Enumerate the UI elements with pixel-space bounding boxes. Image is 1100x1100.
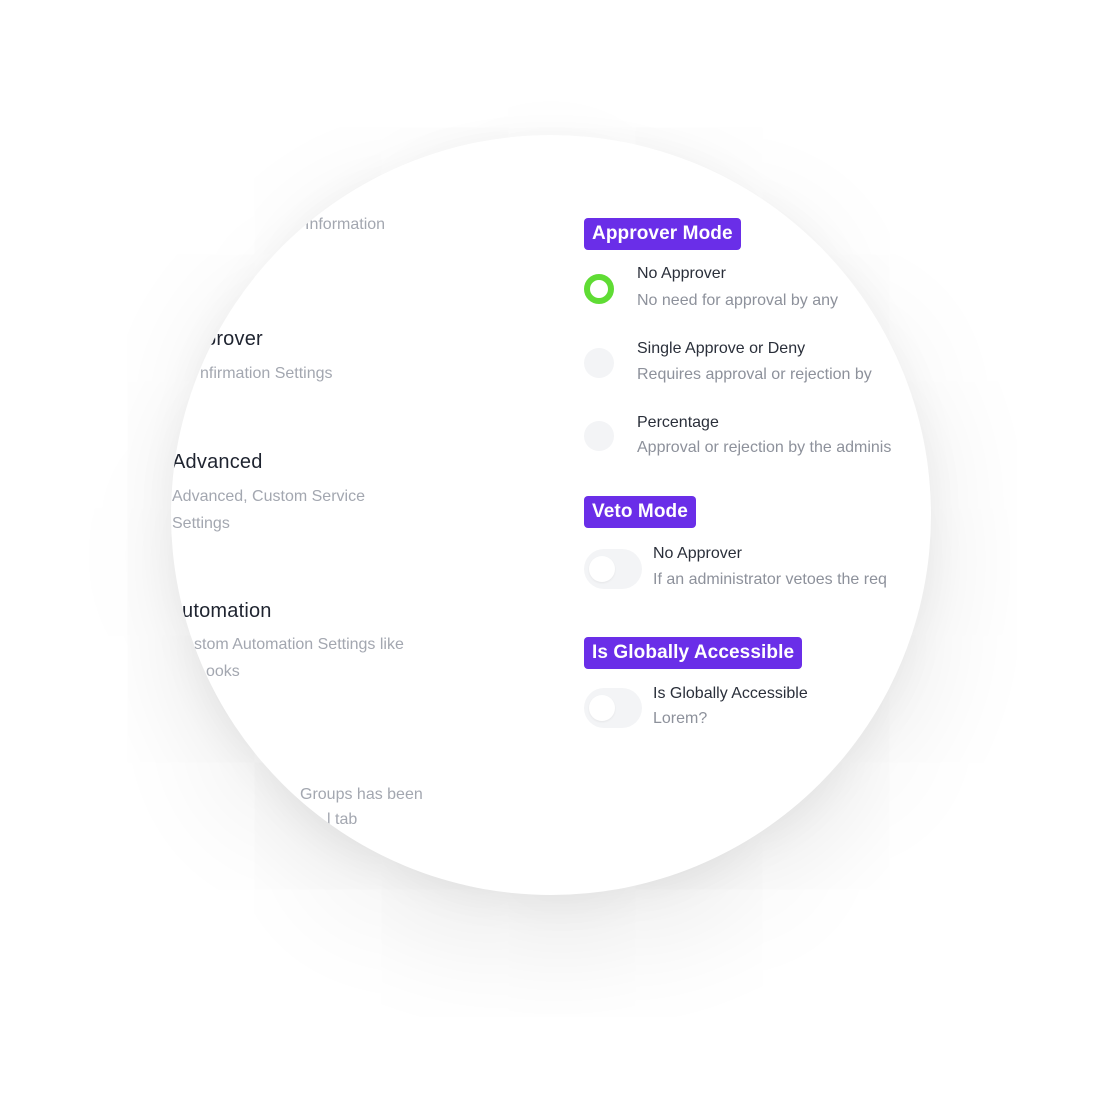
option-percentage-desc: Approval or rejection by the adminis bbox=[637, 439, 892, 456]
global-access-toggle[interactable] bbox=[584, 688, 642, 728]
approver-mode-heading: Approver Mode bbox=[584, 218, 741, 250]
stage: Information prover nfirmation Settings A… bbox=[0, 0, 1100, 1100]
radio-no-approver[interactable] bbox=[584, 274, 614, 304]
menu-item-automation-desc-line2: ooks bbox=[206, 663, 240, 680]
menu-item-advanced-desc-line1: Advanced, Custom Service bbox=[172, 488, 365, 505]
option-single-approve-desc: Requires approval or rejection by bbox=[637, 366, 872, 383]
menu-item-approver-desc: nfirmation Settings bbox=[200, 365, 333, 382]
toggle-knob bbox=[589, 695, 615, 721]
veto-mode-heading: Veto Mode bbox=[584, 496, 696, 528]
veto-option-desc: If an administrator vetoes the req bbox=[653, 571, 887, 588]
veto-option-label: No Approver bbox=[653, 545, 742, 562]
option-no-approver-desc: No need for approval by any bbox=[637, 292, 839, 309]
global-access-heading: Is Globally Accessible bbox=[584, 637, 803, 669]
radio-percentage[interactable] bbox=[584, 421, 614, 451]
menu-item-groups-desc-line1: Groups has been bbox=[300, 786, 423, 803]
menu-item-approver-title[interactable]: prover bbox=[205, 328, 263, 351]
menu-item-advanced-title[interactable]: Advanced bbox=[172, 451, 263, 474]
menu-item-info-desc: Information bbox=[305, 216, 386, 233]
toggle-knob bbox=[589, 556, 615, 582]
settings-panel: Information prover nfirmation Settings A… bbox=[171, 135, 931, 895]
global-access-desc: Lorem? bbox=[653, 710, 708, 727]
option-percentage-label: Percentage bbox=[637, 414, 719, 431]
option-single-approve-label: Single Approve or Deny bbox=[637, 340, 806, 357]
veto-mode-toggle[interactable] bbox=[584, 549, 642, 589]
magnifier-lens: Information prover nfirmation Settings A… bbox=[171, 135, 931, 895]
radio-single-approve[interactable] bbox=[584, 348, 614, 378]
menu-item-automation-desc-line1: stom Automation Settings like bbox=[194, 636, 404, 653]
global-access-label: Is Globally Accessible bbox=[653, 685, 808, 702]
menu-item-groups-desc-line2: l tab bbox=[327, 811, 358, 828]
menu-item-automation-title[interactable]: utomation bbox=[182, 600, 272, 623]
menu-item-advanced-desc-line2: Settings bbox=[172, 515, 230, 532]
option-no-approver-label: No Approver bbox=[637, 265, 726, 282]
